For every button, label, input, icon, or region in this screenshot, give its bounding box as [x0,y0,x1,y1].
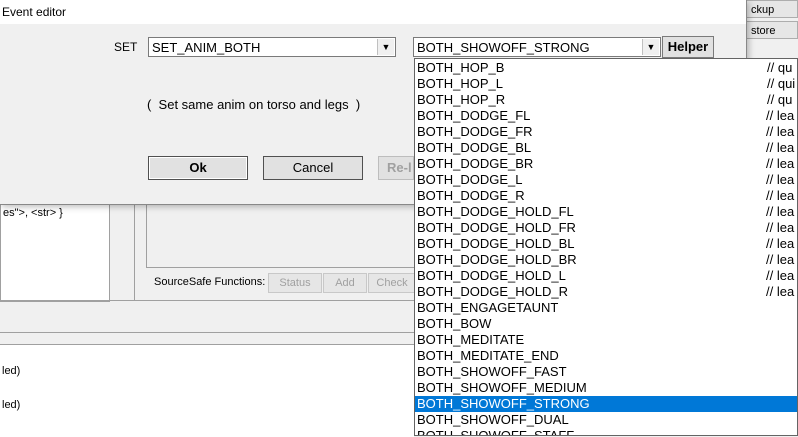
dropdown-item-comment: // lea [766,124,795,139]
dropdown-item[interactable]: BOTH_MEDITATE [415,332,797,348]
dropdown-item-label: BOTH_DODGE_HOLD_BR [417,252,577,267]
set-label: SET [114,40,138,54]
script-list[interactable]: es">, <str> } [0,200,110,302]
dropdown-item-label: BOTH_MEDITATE [417,332,525,347]
dropdown-item[interactable]: BOTH_HOP_R // qu [415,92,797,108]
anim-value: BOTH_SHOWOFF_STRONG [417,40,590,55]
anim-dropdown-list[interactable]: BOTH_HOP_B// qu BOTH_HOP_L// qui BOTH_HOP_… [414,58,798,436]
dropdown-item[interactable]: BOTH_SHOWOFF_DUAL [415,412,797,428]
dropdown-item-label: BOTH_SHOWOFF_FAST [417,364,567,379]
dropdown-item-comment: // qu [767,92,793,107]
dropdown-item-label: BOTH_DODGE_BL [417,140,532,155]
dropdown-item-comment: // lea [766,172,795,187]
dropdown-item-label: BOTH_BOW [417,316,492,331]
script-list-text: es">, <str> } [3,207,63,219]
dropdown-item-comment: // qu [767,60,793,75]
dropdown-item-comment: // lea [766,108,795,123]
dropdown-item-label: BOTH_SHOWOFF_STAFF [417,428,575,436]
reload-button[interactable]: Re-l [378,156,414,180]
dropdown-item-comment: // lea [766,188,795,203]
anim-combo[interactable]: BOTH_SHOWOFF_STRONG ▼ [413,37,661,57]
dropdown-item[interactable]: BOTH_DODGE_BL // lea [415,140,797,156]
dropdown-item-label: BOTH_SHOWOFF_MEDIUM [417,380,587,395]
dropdown-item[interactable]: BOTH_MEDITATE_END [415,348,797,364]
dropdown-item[interactable]: BOTH_DODGE_R // lea [415,188,797,204]
dropdown-item-label: BOTH_HOP_B [417,60,505,75]
chevron-down-icon[interactable]: ▼ [642,39,659,55]
dropdown-item[interactable]: BOTH_DODGE_HOLD_L // lea [415,268,797,284]
dropdown-item-label: BOTH_DODGE_L [417,172,523,187]
dropdown-item-comment: // lea [766,268,795,283]
divider-line [0,300,414,301]
dropdown-item[interactable]: BOTH_HOP_L // qui [415,76,797,92]
dropdown-item-label: BOTH_DODGE_HOLD_FR [417,220,576,235]
dropdown-item[interactable]: BOTH_DODGE_L // lea [415,172,797,188]
panel-divider [134,200,135,300]
dropdown-item[interactable]: BOTH_BOW [415,316,797,332]
dropdown-item-label: BOTH_DODGE_FR [417,124,533,139]
dropdown-item-label: BOTH_HOP_L [417,76,503,91]
dropdown-item[interactable]: BOTH_ENGAGETAUNT [415,300,797,316]
dropdown-item[interactable]: BOTH_DODGE_HOLD_FL // lea [415,204,797,220]
dropdown-item-label: BOTH_MEDITATE_END [417,348,559,363]
dropdown-item-label: BOTH_HOP_R [417,92,506,107]
set-command-combo[interactable]: SET_ANIM_BOTH ▼ [148,37,396,57]
dropdown-item[interactable]: BOTH_SHOWOFF_STRONG [415,396,797,412]
dropdown-item[interactable]: BOTH_DODGE_HOLD_R // lea [415,284,797,300]
output-line: led) [2,399,21,411]
dropdown-item-comment: // lea [766,140,795,155]
dropdown-item-label: BOTH_DODGE_BR [417,156,534,171]
dropdown-item-label: BOTH_DODGE_HOLD_BL [417,236,575,251]
dialog-title: Event editor [2,5,67,19]
dropdown-item-label: BOTH_DODGE_HOLD_R [417,284,568,299]
title-bar: Event editor [0,0,746,24]
dropdown-item[interactable]: BOTH_DODGE_FL // lea [415,108,797,124]
sourcesafe-check-button[interactable]: Check [368,273,416,293]
dropdown-item[interactable]: BOTH_SHOWOFF_FAST [415,364,797,380]
output-pane: led) led) [0,344,414,437]
dropdown-item-label: BOTH_DODGE_FL [417,108,531,123]
dropdown-item[interactable]: BOTH_DODGE_FR // lea [415,124,797,140]
sourcesafe-add-button[interactable]: Add [323,273,367,293]
dropdown-item-label: BOTH_SHOWOFF_DUAL [417,412,569,427]
dropdown-item-comment: // lea [766,252,795,267]
sourcesafe-label: SourceSafe Functions: [154,276,266,288]
dropdown-item[interactable]: BOTH_DODGE_HOLD_FR // lea [415,220,797,236]
chevron-down-icon[interactable]: ▼ [377,39,394,55]
sourcesafe-status-button[interactable]: Status [268,273,322,293]
dropdown-item-label: BOTH_DODGE_HOLD_L [417,268,566,283]
dropdown-item-comment: // lea [766,236,795,251]
output-line: led) [2,365,21,377]
dropdown-item-comment: // lea [766,204,795,219]
ok-button[interactable]: Ok [148,156,248,180]
dropdown-item-label: BOTH_SHOWOFF_STRONG [417,396,590,411]
sourcesafe-group [146,200,416,268]
dropdown-item[interactable]: BOTH_DODGE_BR // lea [415,156,797,172]
dropdown-item-label: BOTH_ENGAGETAUNT [417,300,559,315]
dropdown-item-comment: // lea [766,284,795,299]
cancel-button[interactable]: Cancel [263,156,363,180]
right-button-backup[interactable]: ckup [746,0,798,18]
dropdown-item-comment: // lea [766,220,795,235]
set-command-value: SET_ANIM_BOTH [152,40,261,55]
dropdown-item[interactable]: BOTH_DODGE_HOLD_BL // lea [415,236,797,252]
dropdown-item-label: BOTH_DODGE_HOLD_FL [417,204,574,219]
dropdown-item[interactable]: BOTH_HOP_B // qu [415,60,797,76]
divider-line [0,332,414,333]
dropdown-item[interactable]: BOTH_DODGE_HOLD_BR // lea [415,252,797,268]
right-button-restore[interactable]: store [746,21,798,39]
command-description: ( Set same anim on torso and legs ) [147,97,361,112]
dropdown-item-comment: // lea [766,156,795,171]
dropdown-item-comment: // qui [767,76,796,91]
dropdown-item-label: BOTH_DODGE_R [417,188,525,203]
dropdown-item[interactable]: BOTH_SHOWOFF_STAFF [415,428,797,436]
dropdown-item[interactable]: BOTH_SHOWOFF_MEDIUM [415,380,797,396]
helper-button[interactable]: Helper [662,36,714,58]
